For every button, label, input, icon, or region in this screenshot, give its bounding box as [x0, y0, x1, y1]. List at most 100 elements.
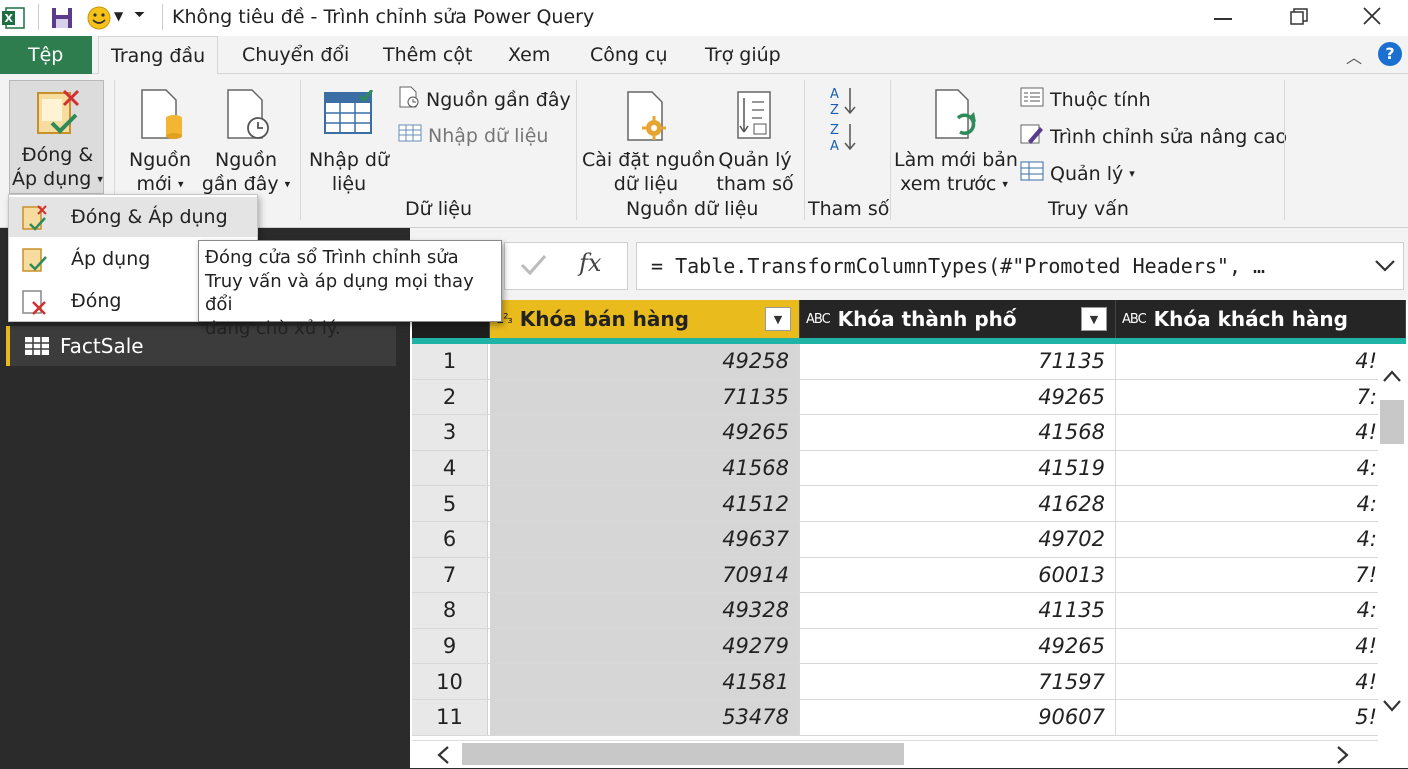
restore-button[interactable] — [1290, 8, 1308, 26]
scroll-left-icon[interactable] — [436, 745, 450, 769]
recent-sources-button[interactable]: Nguồn gần đây ▾ — [200, 80, 292, 195]
table-cell[interactable]: 4: — [1116, 486, 1406, 521]
sort-icon[interactable]: AZZA — [830, 84, 862, 156]
table-cell[interactable]: 41568 — [800, 415, 1116, 450]
chevron-down-icon[interactable]: ▼ — [114, 9, 123, 23]
table-row[interactable]: 8 49328 41135 4: — [412, 593, 1406, 629]
filter-dropdown-icon[interactable]: ▼ — [1081, 307, 1107, 331]
table-row[interactable]: 2 71135 49265 7: — [412, 379, 1406, 416]
table-row[interactable]: 3 49265 41568 4! — [412, 415, 1406, 451]
table-cell[interactable]: 71135 — [800, 344, 1116, 379]
row-number[interactable]: 6 — [412, 522, 488, 557]
table-cell[interactable]: 49265 — [800, 628, 1116, 664]
tab-file[interactable]: Tệp — [0, 36, 92, 74]
row-number[interactable]: 10 — [412, 664, 488, 699]
close-apply-button[interactable]: Đóng & Áp dụng ▾ — [9, 80, 104, 194]
column-header-sale-key[interactable]: 1²₃ Khóa bán hàng ▼ — [490, 300, 800, 338]
table-cell[interactable]: 41512 — [490, 486, 800, 521]
horizontal-scrollbar[interactable] — [412, 740, 1378, 768]
menu-item-close-apply[interactable]: Đóng & Áp dụng — [9, 197, 257, 237]
vertical-scrollbar[interactable] — [1378, 344, 1406, 740]
close-window-button[interactable] — [1362, 6, 1382, 26]
scroll-up-icon[interactable] — [1382, 368, 1402, 387]
save-icon[interactable] — [50, 6, 74, 30]
new-source-button[interactable]: Nguồn mới ▾ — [124, 80, 196, 195]
recent-sources-small-button[interactable]: Nguồn gần đây — [398, 86, 571, 113]
row-number[interactable]: 2 — [412, 379, 488, 415]
table-cell[interactable]: 70914 — [490, 557, 800, 593]
table-row[interactable]: 7 70914 60013 7! — [412, 557, 1406, 594]
horizontal-scroll-thumb[interactable] — [462, 743, 904, 765]
filter-dropdown-icon[interactable]: ▼ — [765, 307, 791, 331]
table-cell[interactable]: 5! — [1116, 700, 1406, 735]
tab-tools[interactable]: Công cụ — [590, 44, 668, 66]
table-cell[interactable]: 49279 — [490, 628, 800, 664]
column-header-customer-key[interactable]: ABC Khóa khách hàng — [1116, 300, 1406, 338]
table-row[interactable]: 10 41581 71597 4! — [412, 664, 1406, 700]
smiley-icon[interactable] — [86, 5, 112, 31]
table-cell[interactable]: 4! — [1116, 344, 1406, 379]
customize-toolbar-icon[interactable]: ⏷ — [134, 7, 145, 23]
table-cell[interactable]: 41519 — [800, 450, 1116, 486]
table-cell[interactable]: 90607 — [800, 700, 1116, 735]
formula-input[interactable]: = Table.TransformColumnTypes(#"Promoted … — [636, 242, 1404, 290]
table-cell[interactable]: 4! — [1116, 664, 1406, 699]
table-cell[interactable]: 4! — [1116, 415, 1406, 450]
fx-icon[interactable]: fx — [579, 249, 601, 277]
refresh-preview-button[interactable]: Làm mới bản xem trước ▾ — [894, 80, 1018, 195]
table-cell[interactable]: 49637 — [490, 522, 800, 557]
tab-view[interactable]: Xem — [508, 44, 550, 66]
manage-query-button[interactable]: Quản lý ▾ — [1020, 160, 1135, 187]
row-number[interactable]: 9 — [412, 628, 488, 664]
table-cell[interactable]: 41581 — [490, 664, 800, 699]
manage-parameters-button[interactable]: Quản lý tham số — [712, 80, 798, 195]
properties-button[interactable]: Thuộc tính — [1020, 86, 1151, 113]
table-cell[interactable]: 4! — [1116, 628, 1406, 664]
enter-data-button[interactable]: Nhập dữ liệu — [306, 80, 392, 195]
row-number[interactable]: 5 — [412, 486, 488, 521]
check-icon[interactable] — [519, 251, 547, 283]
row-number[interactable]: 11 — [412, 700, 488, 735]
advanced-editor-button[interactable]: Trình chỉnh sửa nâng cao — [1020, 123, 1287, 150]
tab-transform[interactable]: Chuyển đổi — [242, 44, 349, 66]
table-row[interactable]: 4 41568 41519 4: — [412, 450, 1406, 487]
tab-home[interactable]: Trang đầu — [98, 36, 219, 75]
help-icon[interactable]: ? — [1378, 42, 1402, 66]
table-cell[interactable]: 49702 — [800, 522, 1116, 557]
table-cell[interactable]: 41568 — [490, 450, 800, 486]
table-cell[interactable]: 71135 — [490, 379, 800, 415]
table-cell[interactable]: 49328 — [490, 593, 800, 628]
scroll-down-icon[interactable] — [1382, 698, 1402, 717]
table-cell[interactable]: 4: — [1116, 522, 1406, 557]
table-cell[interactable]: 49265 — [800, 379, 1116, 415]
row-number[interactable]: 1 — [412, 344, 488, 379]
row-number[interactable]: 4 — [412, 450, 488, 486]
table-cell[interactable]: 49258 — [490, 344, 800, 379]
expand-formula-icon[interactable] — [1373, 253, 1397, 281]
table-cell[interactable]: 4: — [1116, 593, 1406, 628]
tab-add-column[interactable]: Thêm cột — [383, 44, 472, 66]
table-row[interactable]: 1 49258 71135 4! — [412, 344, 1406, 380]
vertical-scroll-thumb[interactable] — [1380, 400, 1404, 444]
table-cell[interactable]: 7: — [1116, 379, 1406, 415]
table-row[interactable]: 5 41512 41628 4: — [412, 486, 1406, 522]
table-cell[interactable]: 41135 — [800, 593, 1116, 628]
table-cell[interactable]: 71597 — [800, 664, 1116, 699]
table-row[interactable]: 6 49637 49702 4: — [412, 522, 1406, 558]
row-number[interactable]: 8 — [412, 593, 488, 628]
enter-data-small-button[interactable]: Nhập dữ liệu — [398, 123, 548, 148]
table-cell[interactable]: 60013 — [800, 557, 1116, 593]
table-row[interactable]: 9 49279 49265 4! — [412, 628, 1406, 665]
table-cell[interactable]: 41628 — [800, 486, 1116, 521]
column-header-city-key[interactable]: ABC Khóa thành phố ▼ — [800, 300, 1116, 338]
collapse-ribbon-icon[interactable]: ︿ — [1346, 44, 1362, 68]
data-source-settings-button[interactable]: Cài đặt nguồn dữ liệu — [582, 80, 715, 195]
table-cell[interactable]: 4: — [1116, 450, 1406, 486]
scroll-right-icon[interactable] — [1336, 745, 1350, 769]
row-number[interactable]: 7 — [412, 557, 488, 593]
row-number[interactable]: 3 — [412, 415, 488, 450]
table-row[interactable]: 11 53478 90607 5! — [412, 700, 1406, 736]
table-cell[interactable]: 53478 — [490, 700, 800, 735]
table-cell[interactable]: 49265 — [490, 415, 800, 450]
minimize-button[interactable] — [1214, 18, 1232, 20]
